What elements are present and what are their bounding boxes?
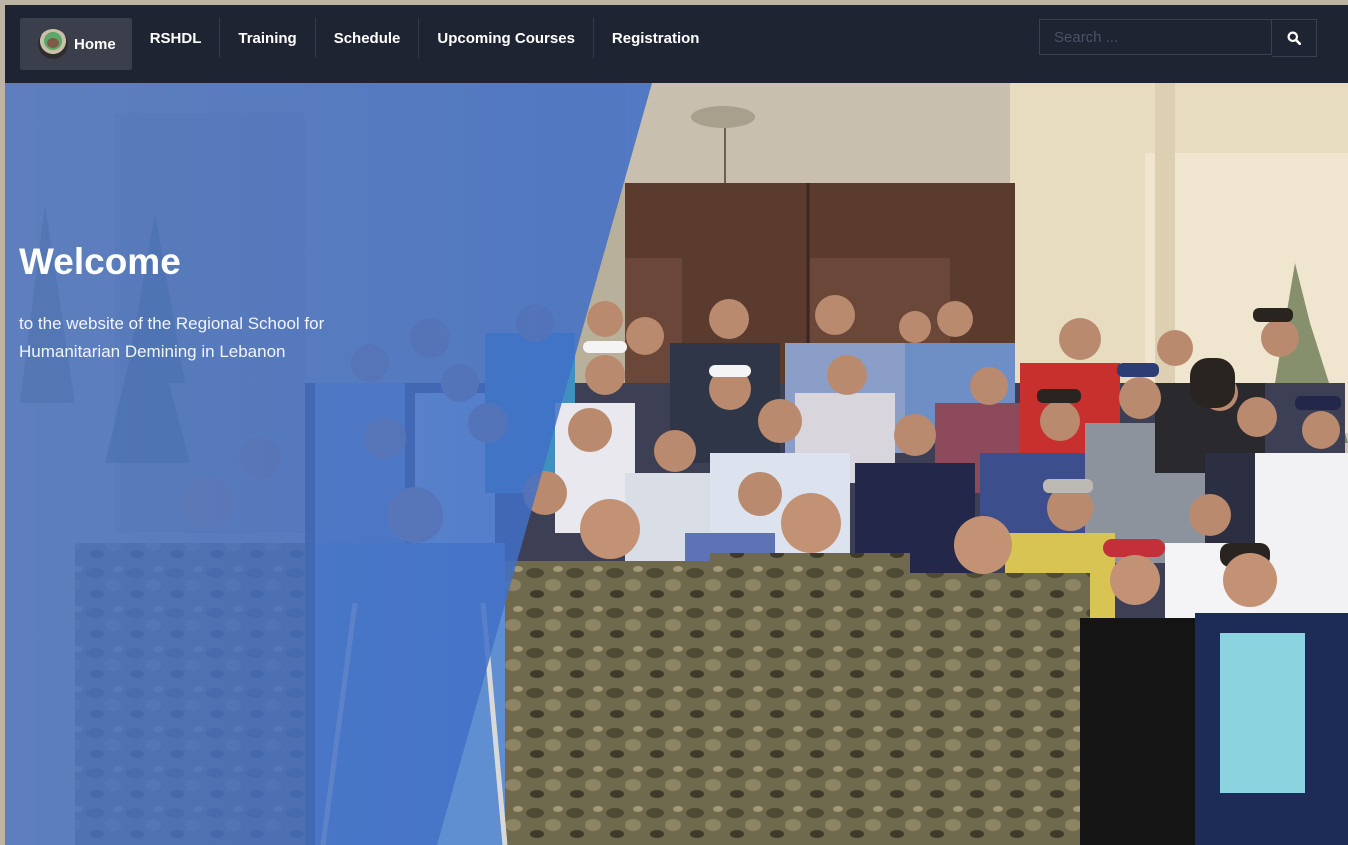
- nav-item-home[interactable]: Home: [20, 18, 132, 70]
- nav-item-schedule[interactable]: Schedule: [316, 18, 420, 58]
- nav-item-label: Home: [74, 35, 116, 53]
- nav-item-upcoming-courses[interactable]: Upcoming Courses: [419, 18, 594, 58]
- school-logo-icon: [38, 29, 68, 59]
- hero-banner: Welcome to the website of the Regional S…: [5, 83, 1348, 845]
- hero-overlay: [5, 83, 652, 845]
- hero-title: Welcome: [19, 241, 181, 282]
- search-icon: [1287, 31, 1301, 45]
- nav-item-label: Training: [238, 29, 297, 47]
- nav-item-rshdl[interactable]: RSHDL: [132, 18, 221, 58]
- search-bar: [1039, 19, 1318, 57]
- nav-item-label: Upcoming Courses: [437, 29, 575, 47]
- nav-menu: Home RSHDL Training Schedule Upcoming Co…: [20, 18, 717, 70]
- nav-item-registration[interactable]: Registration: [594, 18, 718, 58]
- search-input[interactable]: [1039, 19, 1272, 55]
- nav-item-label: RSHDL: [149, 29, 202, 47]
- navbar: Home RSHDL Training Schedule Upcoming Co…: [5, 5, 1348, 83]
- search-button[interactable]: [1272, 19, 1317, 57]
- hero-subtitle: to the website of the Regional School fo…: [19, 314, 325, 361]
- nav-item-label: Schedule: [333, 29, 401, 47]
- nav-item-training[interactable]: Training: [220, 18, 316, 58]
- page-frame: Home RSHDL Training Schedule Upcoming Co…: [5, 5, 1348, 845]
- nav-item-label: Registration: [611, 29, 700, 47]
